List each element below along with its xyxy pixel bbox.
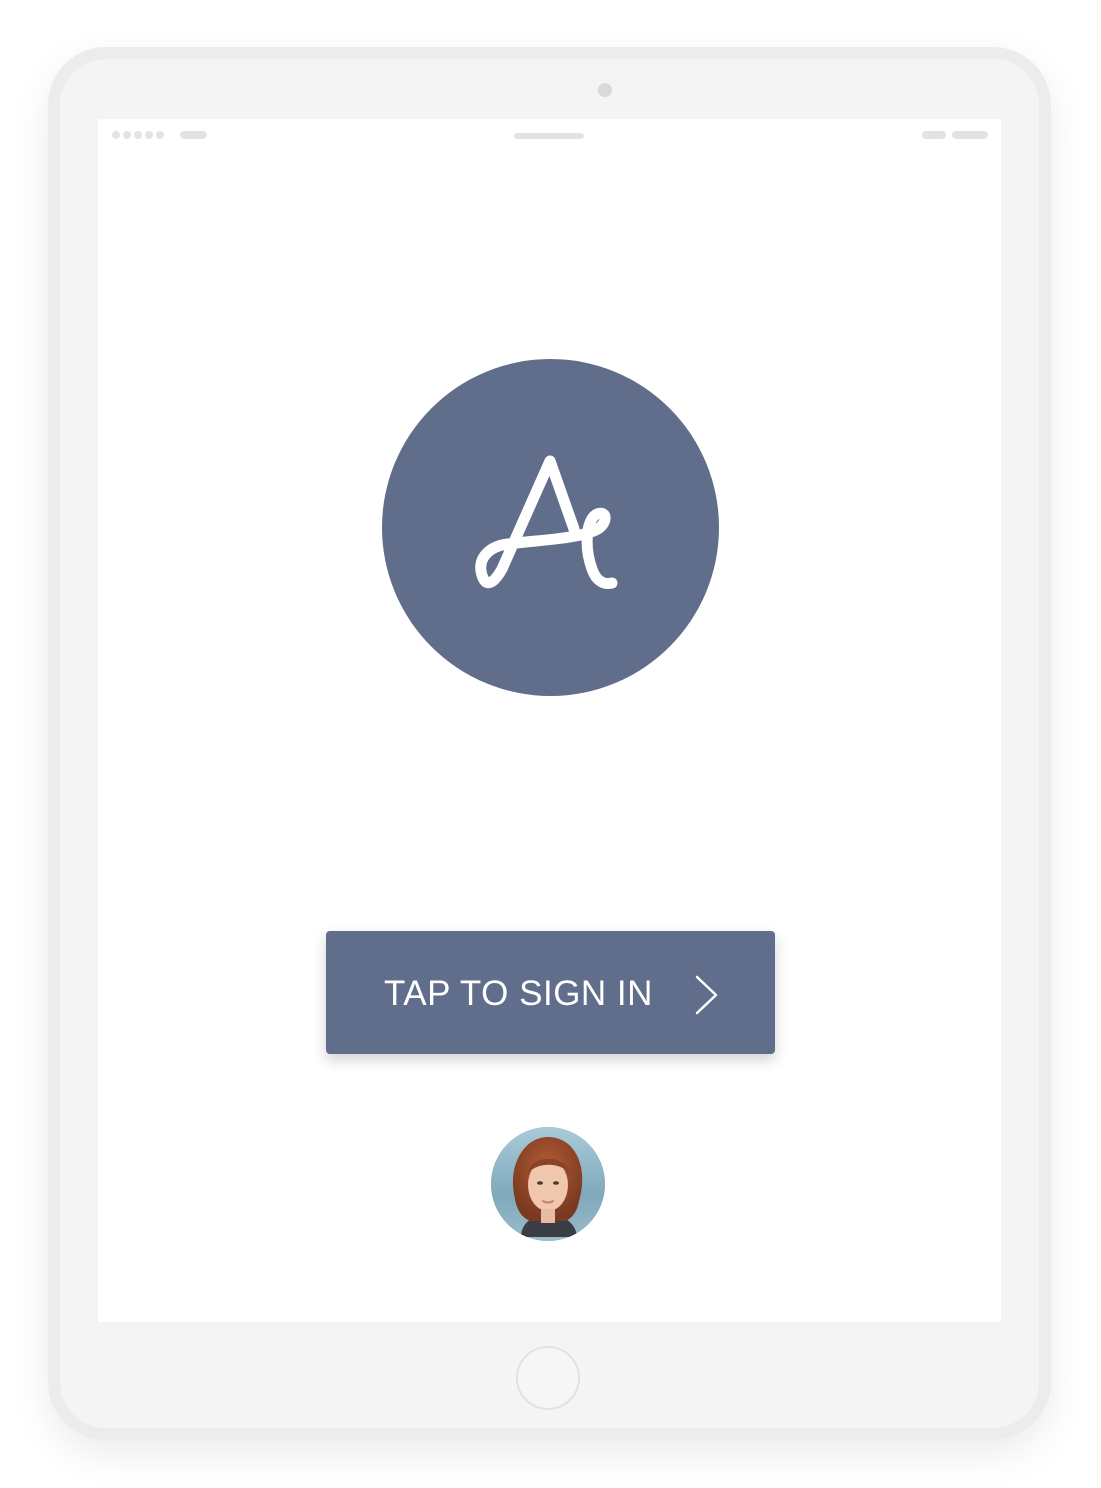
signal-strength-icon [112,131,164,139]
chevron-right-icon [695,975,718,1015]
time-placeholder [514,133,584,139]
app-logo [382,359,719,696]
cursive-letter-a-logo-icon [475,455,618,589]
device-screen: TAP TO SIGN IN [98,119,1001,1322]
front-camera [598,83,612,97]
tap-to-sign-in-button[interactable]: TAP TO SIGN IN [326,931,775,1054]
user-avatar[interactable] [491,1127,605,1241]
status-bar [98,119,1001,155]
user-avatar-photo-icon [491,1127,605,1241]
carrier-placeholder [180,131,207,139]
sign-in-label: TAP TO SIGN IN [384,974,653,1013]
home-button[interactable] [516,1346,580,1410]
battery-percent-placeholder [922,131,946,139]
battery-icon [952,131,988,139]
tablet-device-frame: TAP TO SIGN IN [48,47,1051,1440]
